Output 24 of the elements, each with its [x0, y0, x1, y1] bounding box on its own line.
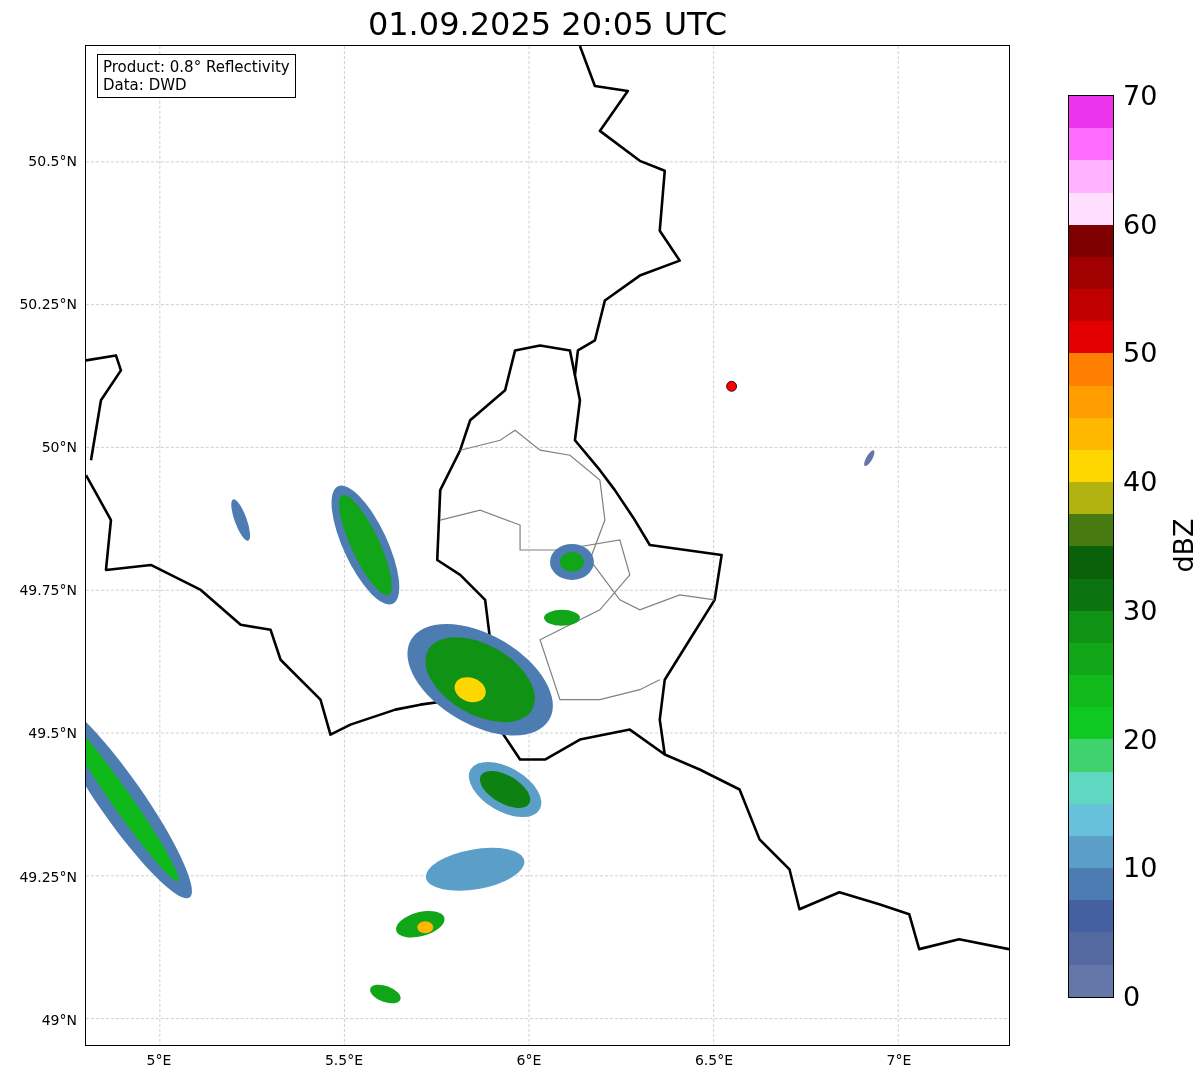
- axis-tick-label: 49°N: [41, 1011, 77, 1028]
- colorbar-tick-label: 30: [1123, 595, 1158, 626]
- axis-tick-label: 6.5°E: [694, 1052, 734, 1068]
- colorbar-tick-label: 40: [1123, 467, 1158, 498]
- axis-tick-label: 49.75°N: [19, 582, 77, 599]
- axis-tick-label: 50.5°N: [28, 153, 77, 169]
- colorbar-tick-label: 10: [1123, 853, 1158, 884]
- colorbar-tick-label: 70: [1123, 81, 1158, 111]
- legend-text: Product: 0.8° Reflectivity: [103, 58, 290, 76]
- axis-tick-label: 49.5°N: [28, 725, 77, 742]
- axis-tick-label: 7°E: [886, 1052, 912, 1068]
- colorbar-tick-label: 50: [1123, 338, 1158, 369]
- colorbar-label: dBZ: [1168, 518, 1199, 573]
- axis-tick-label: 5.5°E: [324, 1052, 364, 1068]
- axis-tick-label: 50.25°N: [19, 296, 77, 313]
- axis-tick-label: 5°E: [146, 1052, 172, 1068]
- colorbar-tick-label: 60: [1123, 209, 1158, 240]
- axis-tick-label: 50°N: [41, 439, 77, 456]
- chart-title: 01.09.2025 20:05 UTC: [367, 4, 728, 44]
- axis-tick-label: 49.25°N: [19, 868, 77, 885]
- legend-text: Data: DWD: [103, 76, 188, 94]
- colorbar-tick-label: 0: [1123, 982, 1141, 1012]
- colorbar-tick-label: 20: [1123, 724, 1158, 755]
- axis-tick-label: 6°E: [516, 1052, 542, 1068]
